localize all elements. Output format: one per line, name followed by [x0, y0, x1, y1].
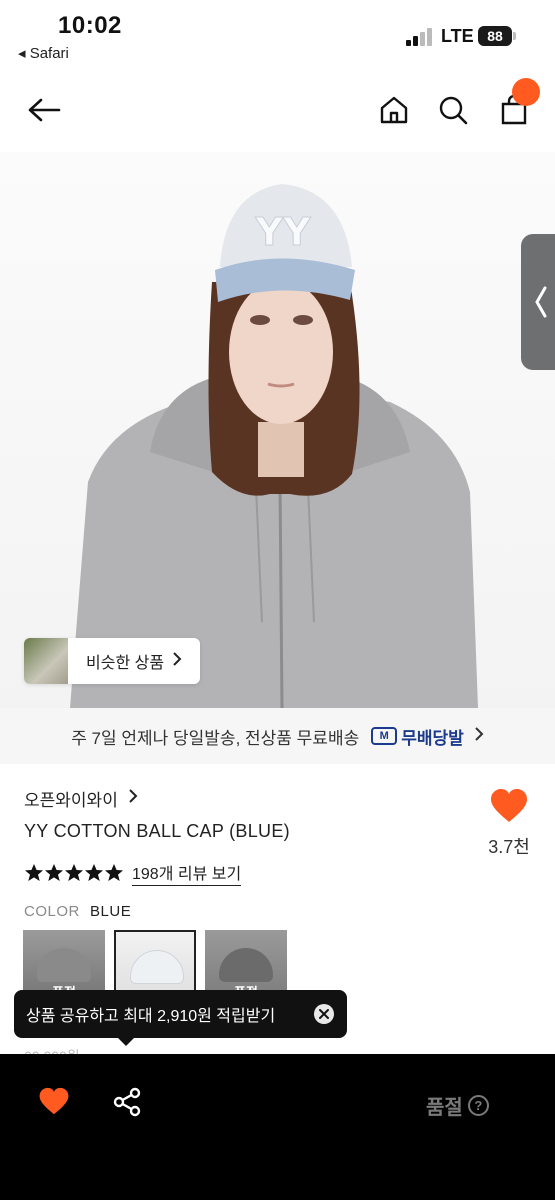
delivery-banner[interactable]: 주 7일 언제나 당일발송, 전상품 무료배송 M 무배당발: [0, 708, 555, 764]
chevron-right-icon: [128, 788, 138, 809]
similar-products-button[interactable]: 비슷한 상품: [24, 638, 200, 684]
back-to-safari-link[interactable]: ◂ Safari: [18, 44, 69, 62]
brand-link[interactable]: 오픈와이와이: [24, 786, 138, 811]
back-arrow-icon[interactable]: [24, 90, 64, 130]
color-label: COLOR: [24, 903, 80, 920]
delivery-banner-text: 주 7일 언제나 당일발송, 전상품 무료배송: [71, 728, 360, 748]
share-reward-tooltip: 상품 공유하고 최대 2,910원 적립받기: [14, 990, 347, 1038]
battery-tip: [513, 32, 516, 40]
cap-thumbnail: [219, 948, 273, 982]
close-icon[interactable]: [314, 1004, 334, 1024]
status-bar: 10:02 ◂ Safari LTE 88: [0, 0, 555, 72]
status-time: 10:02: [58, 12, 122, 39]
brand-name: 오픈와이와이: [24, 791, 118, 810]
like-count: 3.7천: [488, 837, 530, 857]
like-button[interactable]: 3.7천: [484, 788, 534, 859]
review-link[interactable]: 198개 리뷰 보기: [132, 860, 242, 886]
soldout-label: 품절: [426, 1097, 463, 1119]
heart-icon: [491, 789, 527, 822]
side-panel-tab[interactable]: [521, 234, 555, 370]
cap-thumbnail: [130, 950, 184, 984]
app-header: [0, 72, 555, 152]
home-icon[interactable]: [374, 90, 414, 130]
battery-icon: 88: [478, 26, 512, 46]
chevron-right-icon: [474, 726, 484, 747]
free-shipping-badge: M 무배당발: [371, 724, 464, 749]
tooltip-text: 상품 공유하고 최대 2,910원 적립받기: [26, 1008, 276, 1025]
bottom-action-bar: 품절 ?: [0, 1054, 555, 1200]
signal-icon: [406, 28, 436, 46]
color-value: BLUE: [90, 903, 132, 920]
share-icon[interactable]: [112, 1087, 142, 1122]
product-name: YY COTTON BALL CAP (BLUE): [24, 821, 290, 841]
rating-row: 198개 리뷰 보기: [24, 860, 242, 886]
rating-stars: [24, 863, 124, 883]
soldout-status: 품절 ?: [426, 1091, 489, 1120]
similar-products-label: 비슷한 상품: [86, 655, 165, 672]
delivery-truck-icon: M: [371, 727, 398, 745]
search-icon[interactable]: [433, 90, 473, 130]
free-shipping-label: 무배당발: [401, 728, 464, 748]
cart-count-badge: [512, 78, 540, 106]
star-icons: [25, 864, 123, 881]
chevron-right-icon: [172, 651, 182, 672]
svg-text:YY: YY: [254, 210, 311, 254]
tooltip-arrow: [117, 1037, 135, 1046]
wishlist-heart-icon[interactable]: [38, 1087, 70, 1121]
product-image[interactable]: YY: [0, 152, 555, 708]
model-photo: YY: [70, 184, 478, 708]
network-type: LTE: [441, 26, 474, 46]
help-icon[interactable]: ?: [467, 1095, 489, 1116]
color-row: COLOR BLUE: [24, 903, 131, 920]
similar-product-thumbnail: [24, 638, 68, 684]
cap-thumbnail: [37, 948, 91, 982]
